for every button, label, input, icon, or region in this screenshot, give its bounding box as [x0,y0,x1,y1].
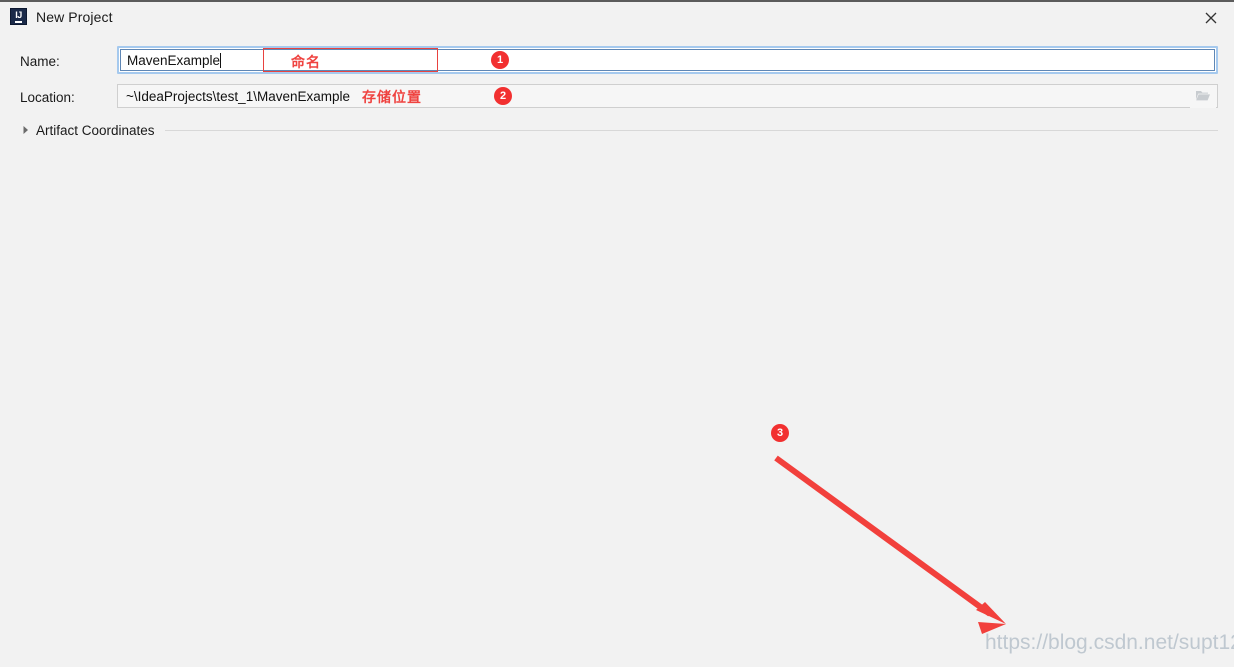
annotation-location-text: 存储位置 [362,90,422,106]
chevron-right-icon [20,124,32,136]
artifact-coordinates-label: Artifact Coordinates [36,122,155,138]
folder-icon [1195,88,1211,107]
location-label: Location: [20,90,75,105]
title-bar: IJ New Project [0,2,1234,34]
name-label: Name: [20,54,60,69]
annotation-badge-3: 3 [771,424,789,442]
new-project-dialog: IJ New Project Name: MavenExample Locati… [0,0,1234,667]
window-title: New Project [36,9,113,25]
close-button[interactable] [1188,2,1234,33]
close-icon [1205,12,1217,24]
annotation-badge-1: 1 [491,51,509,69]
dialog-footer: Previous Finish Cancel Help [0,619,1234,667]
app-icon-label: IJ [15,10,22,23]
annotation-box-name [263,48,438,72]
annotation-name-text: 命名 [291,55,321,71]
name-input-value: MavenExample [127,52,221,68]
location-input-value: ~\IdeaProjects\test_1\MavenExample [126,88,350,104]
section-divider [164,129,1218,131]
annotation-badge-2: 2 [494,87,512,105]
browse-folder-button[interactable] [1190,86,1216,108]
intellij-idea-icon: IJ [10,8,27,25]
project-location-input[interactable]: ~\IdeaProjects\test_1\MavenExample [117,84,1218,108]
red-arrow-icon [774,455,1006,634]
text-caret [220,52,222,68]
artifact-coordinates-section[interactable]: Artifact Coordinates [20,121,1218,139]
